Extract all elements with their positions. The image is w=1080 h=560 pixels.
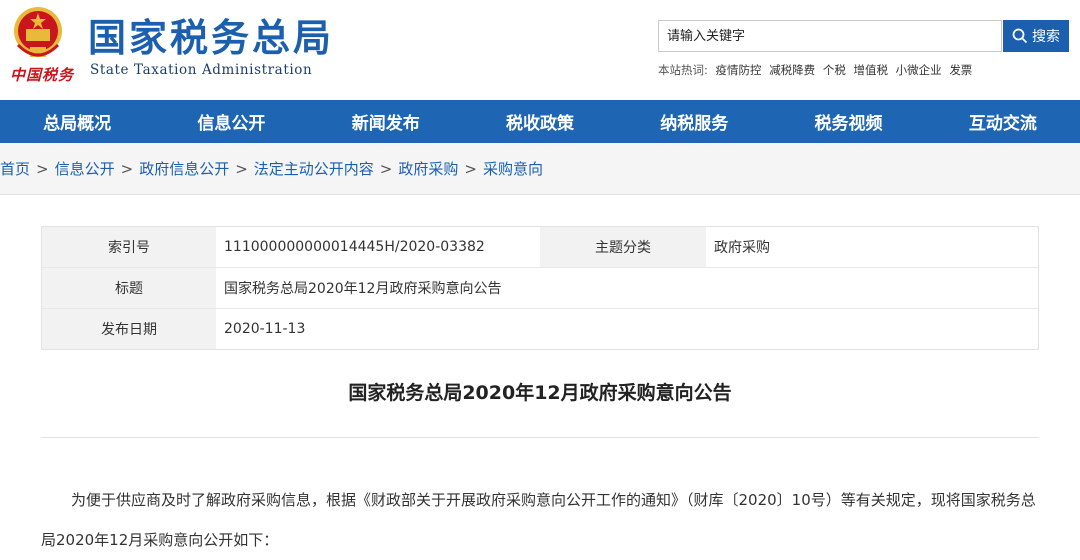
hot-word-link[interactable]: 疫情防控 [716,63,762,77]
breadcrumb-info-disclosure[interactable]: 信息公开 [55,158,115,179]
search-button-label: 搜索 [1032,29,1060,45]
index-value: 111000000000014445H/2020-03382 [216,227,540,267]
nav-item-interaction[interactable]: 互动交流 [926,100,1080,143]
document-info-table: 索引号 111000000000014445H/2020-03382 主题分类 … [41,226,1039,350]
breadcrumb-separator: > [120,159,134,178]
article-title: 国家税务总局2020年12月政府采购意向公告 [348,382,732,404]
date-label: 发布日期 [42,309,216,349]
main-nav: 总局概况 信息公开 新闻发布 税收政策 纳税服务 税务视频 互动交流 [0,100,1080,143]
breadcrumb-statutory[interactable]: 法定主动公开内容 [254,158,374,179]
info-row-date: 发布日期 2020-11-13 [42,309,1038,349]
nav-item-overview[interactable]: 总局概况 [0,100,154,143]
hot-word-link[interactable]: 增值税 [854,63,889,77]
category-value: 政府采购 [706,227,1038,267]
breadcrumb-separator: > [464,159,477,178]
breadcrumb-separator: > [235,159,248,178]
nav-item-tax-policy[interactable]: 税收政策 [463,100,617,143]
info-row-index: 索引号 111000000000014445H/2020-03382 主题分类 … [42,227,1038,268]
breadcrumb-procurement[interactable]: 政府采购 [398,158,458,179]
search-button[interactable]: 搜索 [1003,20,1069,52]
national-emblem-icon [14,7,62,57]
article-paragraph: 为便于供应商及时了解政府采购信息，根据《财政部关于开展政府采购意向公开工作的通知… [41,491,1036,549]
site-header: 中国税务 国家税务总局 State Taxation Administratio… [0,0,1080,100]
hot-word-link[interactable]: 发票 [949,63,972,77]
hot-word-link[interactable]: 减税降费 [769,63,815,77]
breadcrumb-home[interactable]: 首页 [0,158,30,179]
search-input[interactable] [659,21,1015,51]
date-value: 2020-11-13 [216,309,1038,349]
divider [41,437,1039,438]
breadcrumb: 首页 > 信息公开 > 政府信息公开 > 法定主动公开内容 > 政府采购 > 采… [0,143,1080,195]
breadcrumb-gov-info[interactable]: 政府信息公开 [139,158,229,179]
breadcrumb-separator: > [36,159,49,178]
info-row-title: 标题 国家税务总局2020年12月政府采购意向公告 [42,268,1038,309]
breadcrumb-separator: > [379,159,393,178]
category-label: 主题分类 [540,227,706,267]
title-value: 国家税务总局2020年12月政府采购意向公告 [216,268,1038,308]
nav-item-tax-service[interactable]: 纳税服务 [617,100,771,143]
hot-word-link[interactable]: 小微企业 [896,63,942,77]
hot-words-label: 本站热词: [658,63,708,77]
logo-calligraphy: 中国税务 [10,66,75,84]
title-label: 标题 [42,268,216,308]
hot-words: 本站热词: 疫情防控 减税降费 个税 增值税 小微企业 发票 [658,62,976,78]
breadcrumb-intention[interactable]: 采购意向 [483,158,543,179]
nav-item-news[interactable]: 新闻发布 [309,100,463,143]
nav-item-tax-video[interactable]: 税务视频 [771,100,925,143]
index-label: 索引号 [42,227,216,267]
site-logo-subtitle: State Taxation Administration [90,62,313,78]
hot-word-link[interactable]: 个税 [823,63,846,77]
search-box [658,20,1015,52]
search-icon [1012,28,1028,44]
site-logo-title[interactable]: 国家税务总局 [88,14,334,62]
nav-item-info-disclosure[interactable]: 信息公开 [154,100,308,143]
